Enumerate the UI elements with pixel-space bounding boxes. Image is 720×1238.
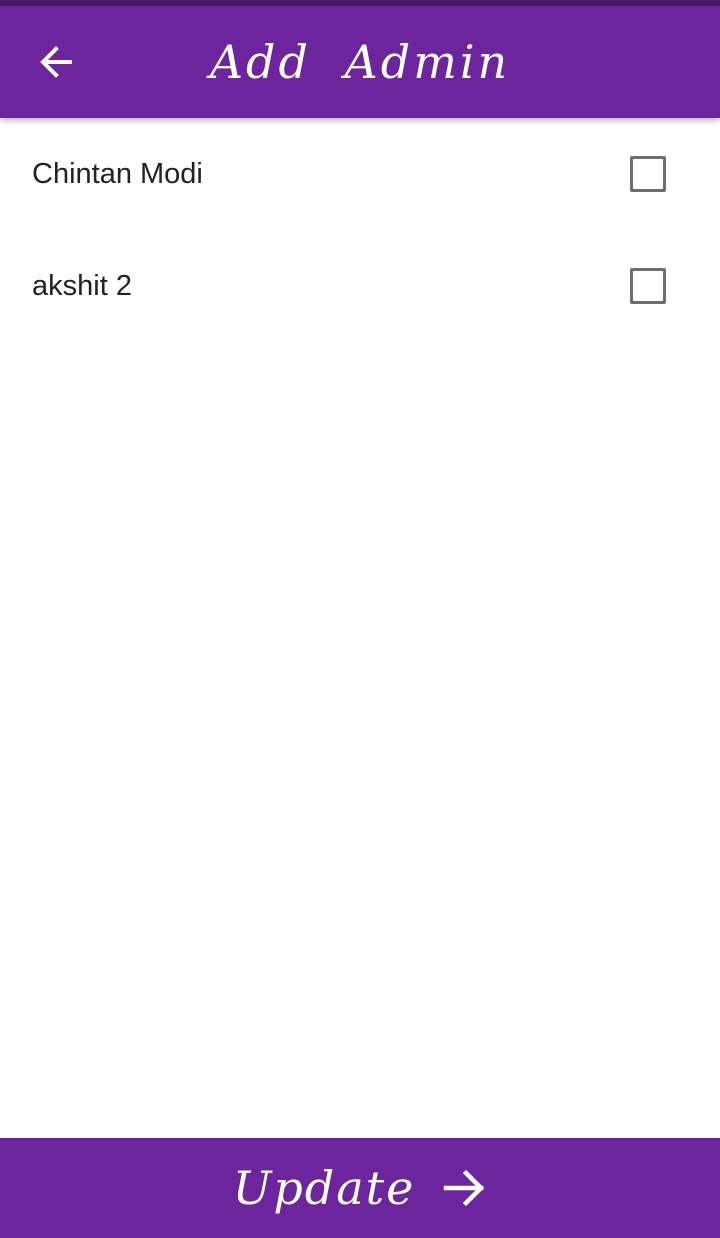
- back-button[interactable]: [24, 30, 88, 94]
- list-item[interactable]: akshit 2: [0, 230, 720, 342]
- admin-checkbox[interactable]: [630, 156, 666, 192]
- list-item[interactable]: Chintan Modi: [0, 118, 720, 230]
- arrow-right-icon: [443, 1168, 487, 1208]
- arrow-left-icon: [38, 44, 74, 80]
- user-name: akshit 2: [32, 269, 132, 302]
- page-title: Add Admin: [209, 35, 511, 89]
- user-name: Chintan Modi: [32, 157, 203, 190]
- update-label: Update: [232, 1161, 416, 1215]
- admin-user-list: Chintan Modi akshit 2: [0, 118, 720, 342]
- app-bar: Add Admin: [0, 6, 720, 118]
- admin-checkbox[interactable]: [630, 268, 666, 304]
- update-button[interactable]: Update: [0, 1138, 720, 1238]
